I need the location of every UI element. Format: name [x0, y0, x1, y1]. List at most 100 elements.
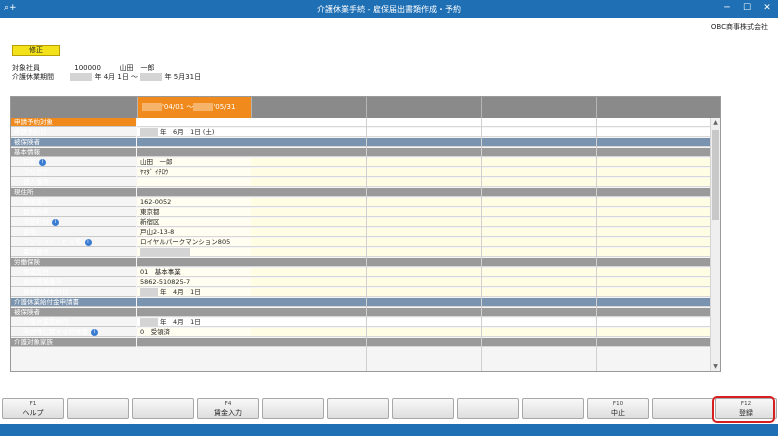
period-column[interactable]	[481, 97, 596, 118]
info-icon[interactable]: i	[84, 239, 92, 246]
grid-row[interactable]: 氏名 i 山田 一郎	[11, 158, 711, 167]
row-value[interactable]	[137, 298, 251, 307]
grid-row[interactable]: 基本情報	[11, 148, 711, 157]
scroll-thumb[interactable]	[712, 130, 719, 220]
row-value[interactable]: 年 4月 1日	[137, 288, 251, 297]
row-value[interactable]: ﾔﾏﾀﾞ ｲﾁﾛｳ	[137, 168, 251, 177]
grid-row[interactable]: 介護休業給付金申請書	[11, 298, 711, 307]
row-value[interactable]	[137, 248, 251, 257]
grid-row[interactable]: 番地 戸山2-13-8	[11, 228, 711, 237]
info-icon[interactable]: i	[39, 159, 46, 166]
grid-row[interactable]: マンション／ビル等 i ロイヤルパークマンション805	[11, 238, 711, 247]
period-column[interactable]	[596, 97, 711, 118]
row-label: 現住所	[11, 188, 136, 197]
fkey-empty-button[interactable]	[327, 398, 389, 419]
fkey-empty-button[interactable]	[522, 398, 584, 419]
fkey-empty-button[interactable]	[652, 398, 714, 419]
info-icon[interactable]: i	[91, 329, 98, 336]
column-divider	[481, 118, 482, 371]
row-label: 被保険者	[11, 138, 136, 147]
row-value[interactable]: 戸山2-13-8	[137, 228, 251, 237]
status-bar	[0, 424, 778, 436]
row-label-text: 基本情報	[14, 148, 40, 156]
scroll-up-icon[interactable]: ▲	[711, 119, 720, 128]
grid-row[interactable]: 雇用保険番号 5862-510825-7	[11, 278, 711, 287]
grid-row[interactable]: 介護休業開始日 年 4月 1日	[11, 318, 711, 327]
fkey-empty-button[interactable]	[67, 398, 129, 419]
minimize-icon[interactable]: ─	[720, 2, 734, 15]
row-label: 申請予約対象	[11, 118, 136, 127]
vertical-scrollbar[interactable]: ▲ ▼	[710, 118, 720, 371]
row-value[interactable]: 年 4月 1日	[137, 318, 251, 327]
fkey-number	[393, 401, 453, 408]
fkey-empty-button[interactable]	[392, 398, 454, 419]
row-value[interactable]: 山田 一郎	[137, 158, 251, 167]
row-value[interactable]	[137, 258, 251, 267]
period-column[interactable]	[366, 97, 481, 118]
record-grid: '04/01 ～ '05/31 申請予約対象 申請予約日 年 6月 1日 (土) 被保険…	[10, 96, 721, 372]
grid-row[interactable]: 市区町村 i 新宿区	[11, 218, 711, 227]
row-value[interactable]	[137, 338, 251, 347]
row-value[interactable]: 東京都	[137, 208, 251, 217]
fkey-number	[328, 401, 388, 408]
grid-row[interactable]: 郵便番号 162-0052	[11, 198, 711, 207]
row-value[interactable]: 年 6月 1日 (土)	[137, 128, 251, 137]
grid-row[interactable]: 申請予約対象	[11, 118, 711, 127]
row-label-text: 雇用保険番号	[23, 278, 62, 286]
grid-row[interactable]: 都道府県 東京都	[11, 208, 711, 217]
fkey-f10-button[interactable]: F10 中止	[587, 398, 649, 419]
scroll-down-icon[interactable]: ▼	[711, 363, 720, 371]
close-icon[interactable]: ✕	[760, 2, 774, 15]
grid-row[interactable]: 資格取得年月日 年 4月 1日	[11, 288, 711, 297]
grid-row[interactable]: 個人番号	[11, 178, 711, 187]
row-value[interactable]: 0 受領済	[137, 328, 251, 337]
fkey-empty-button[interactable]	[132, 398, 194, 419]
masked-year	[140, 318, 158, 326]
row-value[interactable]	[137, 178, 251, 187]
row-value[interactable]: 5862-510825-7	[137, 278, 251, 287]
fkey-f1-button[interactable]: F1 ヘルプ	[2, 398, 64, 419]
fkey-label: ヘルプ	[22, 409, 44, 417]
grid-row[interactable]: 労働保険	[11, 258, 711, 267]
row-value[interactable]	[137, 148, 251, 157]
active-period-end: '05/31	[213, 103, 236, 111]
grid-row[interactable]: 被保険者	[11, 138, 711, 147]
highlight-register-button	[712, 396, 775, 423]
fkey-f4-button[interactable]: F4 賃金入力	[197, 398, 259, 419]
row-value-text: 01 基本事業	[140, 268, 181, 276]
fkey-empty-button[interactable]	[262, 398, 324, 419]
fkey-number: F10	[612, 401, 624, 407]
row-label-text: 介護対象家族	[14, 338, 53, 346]
grid-row[interactable]: 電話番号	[11, 248, 711, 257]
row-value[interactable]	[137, 118, 251, 127]
grid-row[interactable]: 被保険者	[11, 308, 711, 317]
row-value[interactable]	[137, 138, 251, 147]
row-value[interactable]	[137, 188, 251, 197]
row-value[interactable]: 新宿区	[137, 218, 251, 227]
grid-row[interactable]: 現住所	[11, 188, 711, 197]
fkey-number	[68, 401, 128, 408]
row-value-text: 年 4月 1日	[160, 288, 201, 296]
employee-code: 100000	[74, 64, 101, 72]
row-value-text: 東京都	[140, 208, 160, 216]
row-value[interactable]: ロイヤルパークマンション805	[137, 238, 251, 247]
period-column[interactable]	[251, 97, 366, 118]
grid-row[interactable]: フリガナ ﾔﾏﾀﾞ ｲﾁﾛｳ	[11, 168, 711, 177]
grid-row[interactable]: 申請予約日 年 6月 1日 (土)	[11, 128, 711, 137]
maximize-icon[interactable]: ☐	[740, 2, 754, 15]
row-value[interactable]: 162-0052	[137, 198, 251, 207]
info-icon[interactable]: i	[52, 219, 59, 226]
grid-row[interactable]: 申請等に関する同意書 i 0 受領済	[11, 328, 711, 337]
fkey-empty-button[interactable]	[457, 398, 519, 419]
row-value[interactable]	[137, 308, 251, 317]
row-value[interactable]: 01 基本事業	[137, 268, 251, 277]
grid-row[interactable]: 事業区分 01 基本事業	[11, 268, 711, 277]
column-divider	[596, 118, 597, 371]
row-label: 個人番号	[11, 178, 136, 187]
period-column-active[interactable]: '04/01 ～ '05/31	[137, 97, 251, 118]
fkey-label: 賃金入力	[214, 409, 242, 417]
row-label-text: 申請等に関する同意書	[23, 328, 88, 336]
grid-header: '04/01 ～ '05/31	[11, 97, 720, 118]
mode-badge: 修正	[12, 45, 60, 56]
grid-row[interactable]: 介護対象家族	[11, 338, 711, 347]
